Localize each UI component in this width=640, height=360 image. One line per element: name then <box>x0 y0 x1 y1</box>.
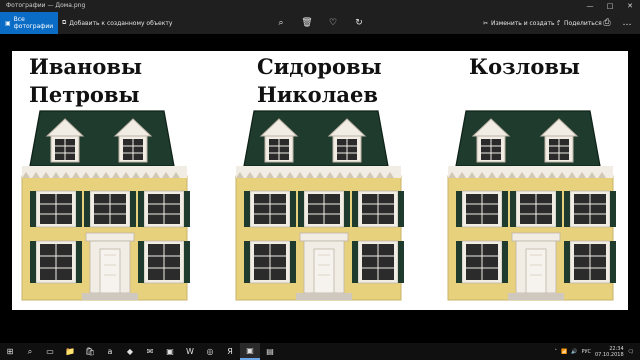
app-icon[interactable]: ▣ <box>160 343 180 360</box>
network-icon[interactable]: 📶 <box>561 349 567 355</box>
taskbar: ⊞ ⌕ ▭ 📁 🛍 a ◆ ✉ ▣ W ◎ Я ▣ ▤ ˄ 📶 🔊 РУС 22… <box>0 343 640 360</box>
edit-create-label: Изменить и создать <box>491 19 555 27</box>
file-explorer-icon[interactable]: 📁 <box>60 343 80 360</box>
share-button[interactable]: ⇪ Поделиться <box>556 12 602 34</box>
search-icon[interactable]: ⌕ <box>20 343 40 360</box>
edit-create-button[interactable]: ✂ Изменить и создать ˅ <box>483 12 561 34</box>
chrome-icon[interactable]: ◎ <box>200 343 220 360</box>
favorite-icon[interactable]: ♡ <box>326 16 340 30</box>
store-icon[interactable]: 🛍 <box>80 343 100 360</box>
photos-toolbar: ▣ Все фотографии ⧉ Добавить к созданному… <box>0 12 640 34</box>
more-icon[interactable]: … <box>620 16 634 30</box>
houses-illustration <box>21 110 617 301</box>
house-left <box>21 110 191 301</box>
house-center <box>235 110 405 301</box>
rotate-icon[interactable]: ↻ <box>352 16 366 30</box>
delete-icon[interactable]: 🗑 <box>300 16 314 30</box>
all-photos-label: Все фотографии <box>13 16 54 30</box>
notifications-icon[interactable]: 🗨 <box>628 349 634 355</box>
word-icon[interactable]: W <box>180 343 200 360</box>
all-photos-button[interactable]: ▣ Все фотографии <box>0 12 58 34</box>
clock[interactable]: 22:34 07.10.2018 <box>595 346 624 358</box>
share-icon: ⇪ <box>556 19 562 27</box>
zoom-icon[interactable]: ⌕ <box>274 16 288 30</box>
house-right <box>447 110 617 301</box>
edit-create-icon: ✂ <box>483 19 489 27</box>
start-button[interactable]: ⊞ <box>0 343 20 360</box>
other-app-icon[interactable]: ▤ <box>260 343 280 360</box>
add-to-creation-icon: ⧉ <box>62 19 67 26</box>
window-controls: — □ ✕ <box>580 0 640 12</box>
print-icon[interactable]: ⎙ <box>600 16 614 30</box>
system-tray: ˄ 📶 🔊 РУС 22:34 07.10.2018 🗨 <box>554 343 634 360</box>
volume-icon[interactable]: 🔊 <box>571 349 577 355</box>
add-to-creation-label: Добавить к созданному объекту <box>69 19 173 27</box>
minimize-button[interactable]: — <box>580 0 600 12</box>
task-view-icon[interactable]: ▭ <box>40 343 60 360</box>
language-indicator[interactable]: РУС <box>581 349 591 355</box>
yandex-icon[interactable]: Я <box>220 343 240 360</box>
maximize-button[interactable]: □ <box>600 0 620 12</box>
add-to-creation-button[interactable]: ⧉ Добавить к созданному объекту <box>62 12 172 34</box>
photo: Ивановы Петровы Сидоровы Николаев Козлов… <box>12 51 628 310</box>
close-button[interactable]: ✕ <box>620 0 640 12</box>
tray-up-icon[interactable]: ˄ <box>554 349 557 355</box>
amazon-icon[interactable]: a <box>100 343 120 360</box>
share-label: Поделиться <box>564 19 602 27</box>
dropbox-icon[interactable]: ◆ <box>120 343 140 360</box>
date: 07.10.2018 <box>595 351 624 358</box>
photos-icon: ▣ <box>5 19 11 27</box>
window-title: Фотографии — Дома.png <box>6 2 86 9</box>
mail-icon[interactable]: ✉ <box>140 343 160 360</box>
window-titlebar: Фотографии — Дома.png — □ ✕ <box>0 0 640 12</box>
photos-taskbar-icon[interactable]: ▣ <box>240 343 260 360</box>
